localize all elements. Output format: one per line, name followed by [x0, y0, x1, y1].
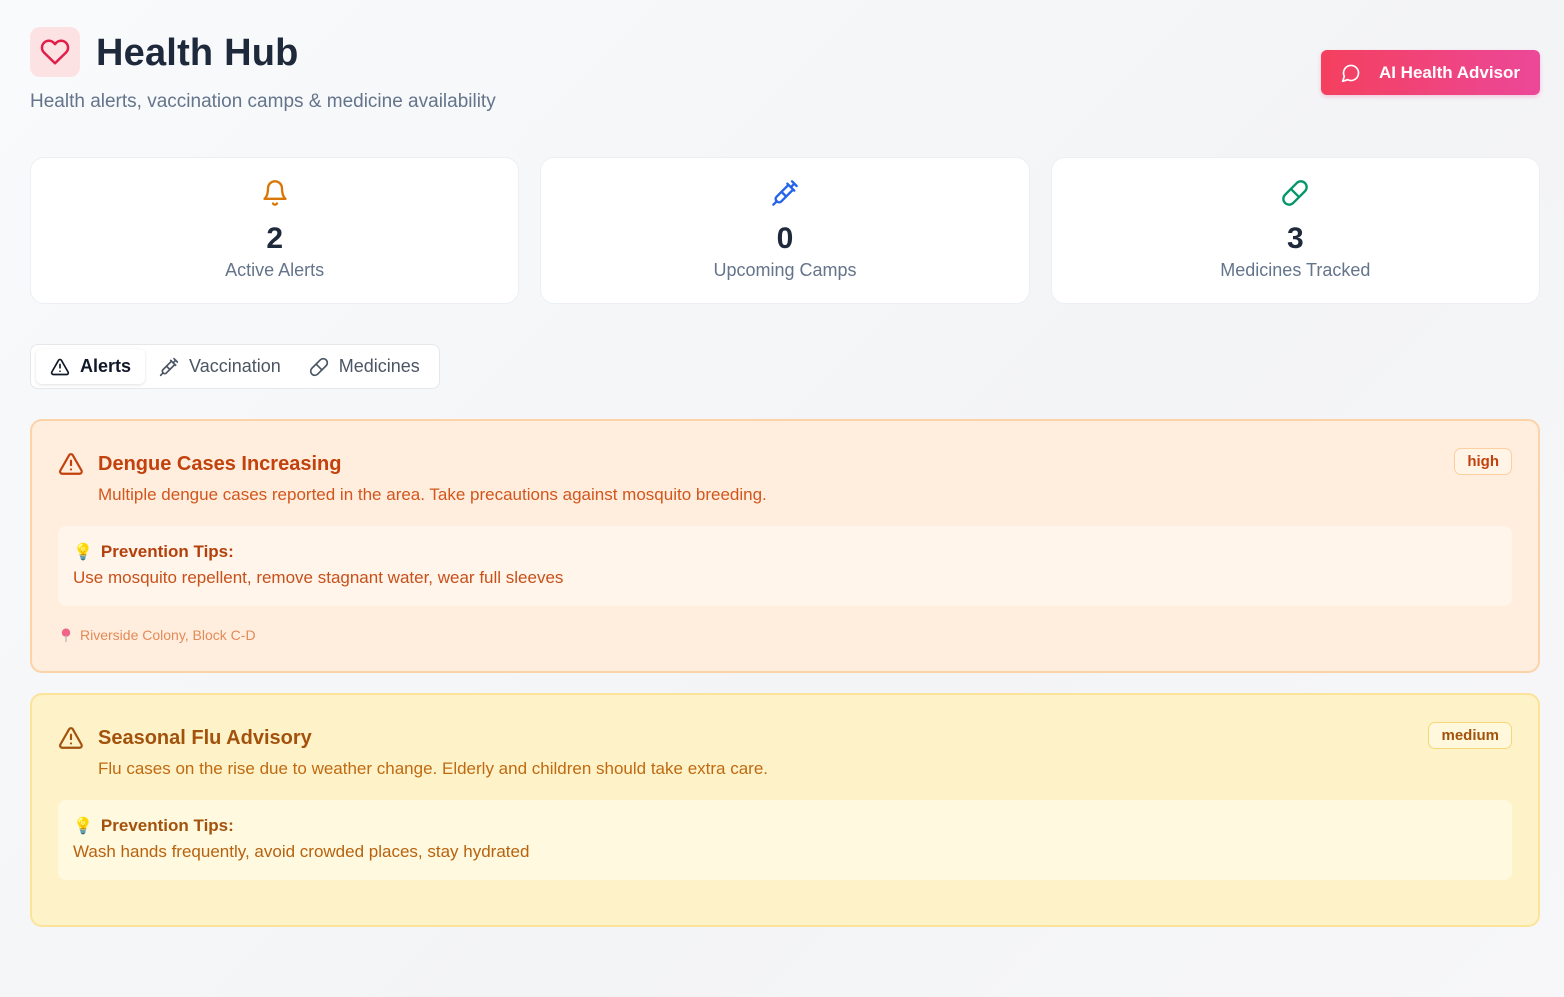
alert-card-dengue: Dengue Cases Increasing Multiple dengue …: [30, 419, 1540, 673]
warning-icon: [59, 453, 83, 475]
alert-description: Multiple dengue cases reported in the ar…: [98, 485, 767, 504]
stat-value: 3: [1286, 222, 1304, 255]
tab-label: Vaccination: [189, 356, 281, 376]
page-title: Health Hub: [96, 32, 299, 74]
tips-label: Prevention Tips:: [100, 816, 234, 835]
tab-label: Medicines: [338, 356, 420, 376]
tab-vaccination[interactable]: Vaccination: [145, 349, 295, 384]
stat-card-medicines-tracked: 3 Medicines Tracked: [1050, 157, 1540, 304]
tab-medicines[interactable]: Medicines: [295, 349, 434, 384]
pill-icon: [1282, 180, 1309, 206]
syringe-icon: [772, 180, 798, 206]
ai-health-advisor-label: AI Health Advisor: [1378, 62, 1521, 82]
alert-title: Seasonal Flu Advisory: [98, 726, 312, 749]
lightbulb-icon: 💡: [73, 818, 93, 835]
stat-card-active-alerts: 2 Active Alerts: [30, 157, 520, 304]
ai-health-advisor-button[interactable]: AI Health Advisor: [1321, 50, 1540, 95]
stat-card-upcoming-camps: 0 Upcoming Camps: [540, 157, 1030, 304]
tab-bar: Alerts Vaccination Medicines: [30, 344, 440, 389]
stat-value: 0: [776, 222, 794, 255]
stat-label: Active Alerts: [225, 260, 325, 280]
syringe-icon: [159, 357, 179, 376]
tab-label: Alerts: [80, 356, 132, 376]
stat-label: Upcoming Camps: [713, 260, 857, 280]
alert-description: Flu cases on the rise due to weather cha…: [98, 759, 768, 778]
pill-icon: [309, 357, 328, 376]
tips-text: Use mosquito repellent, remove stagnant …: [73, 568, 564, 587]
heart-icon: [40, 39, 70, 65]
lightbulb-icon: 💡: [73, 544, 93, 561]
severity-badge: high: [1454, 448, 1512, 475]
page-header: Health Hub Health alerts, vaccination ca…: [30, 27, 1540, 127]
stat-label: Medicines Tracked: [1220, 260, 1371, 280]
tips-text: Wash hands frequently, avoid crowded pla…: [73, 842, 530, 861]
warning-icon: [50, 358, 70, 375]
heart-logo: [30, 27, 80, 77]
stats-row: 2 Active Alerts 0 Upcoming Camps 3 Medic…: [30, 157, 1540, 304]
bell-icon: [262, 180, 287, 206]
prevention-tips-box: 💡 Prevention Tips: Use mosquito repellen…: [58, 526, 1512, 606]
alert-title: Dengue Cases Increasing: [98, 452, 342, 475]
prevention-tips-box: 💡 Prevention Tips: Wash hands frequently…: [58, 800, 1512, 880]
alert-card-flu: Seasonal Flu Advisory Flu cases on the r…: [30, 693, 1540, 927]
chat-bubble-icon: [1341, 64, 1360, 82]
stat-value: 2: [266, 222, 283, 255]
tips-label: Prevention Tips:: [100, 542, 234, 561]
location-pin-icon: [61, 627, 71, 642]
warning-icon: [59, 727, 83, 749]
tab-alerts[interactable]: Alerts: [36, 349, 146, 384]
alert-location: Riverside Colony, Block C-D: [60, 627, 256, 643]
location-text: Riverside Colony, Block C-D: [80, 627, 256, 643]
page-subtitle: Health alerts, vaccination camps & medic…: [30, 91, 496, 112]
severity-badge: medium: [1428, 722, 1512, 749]
